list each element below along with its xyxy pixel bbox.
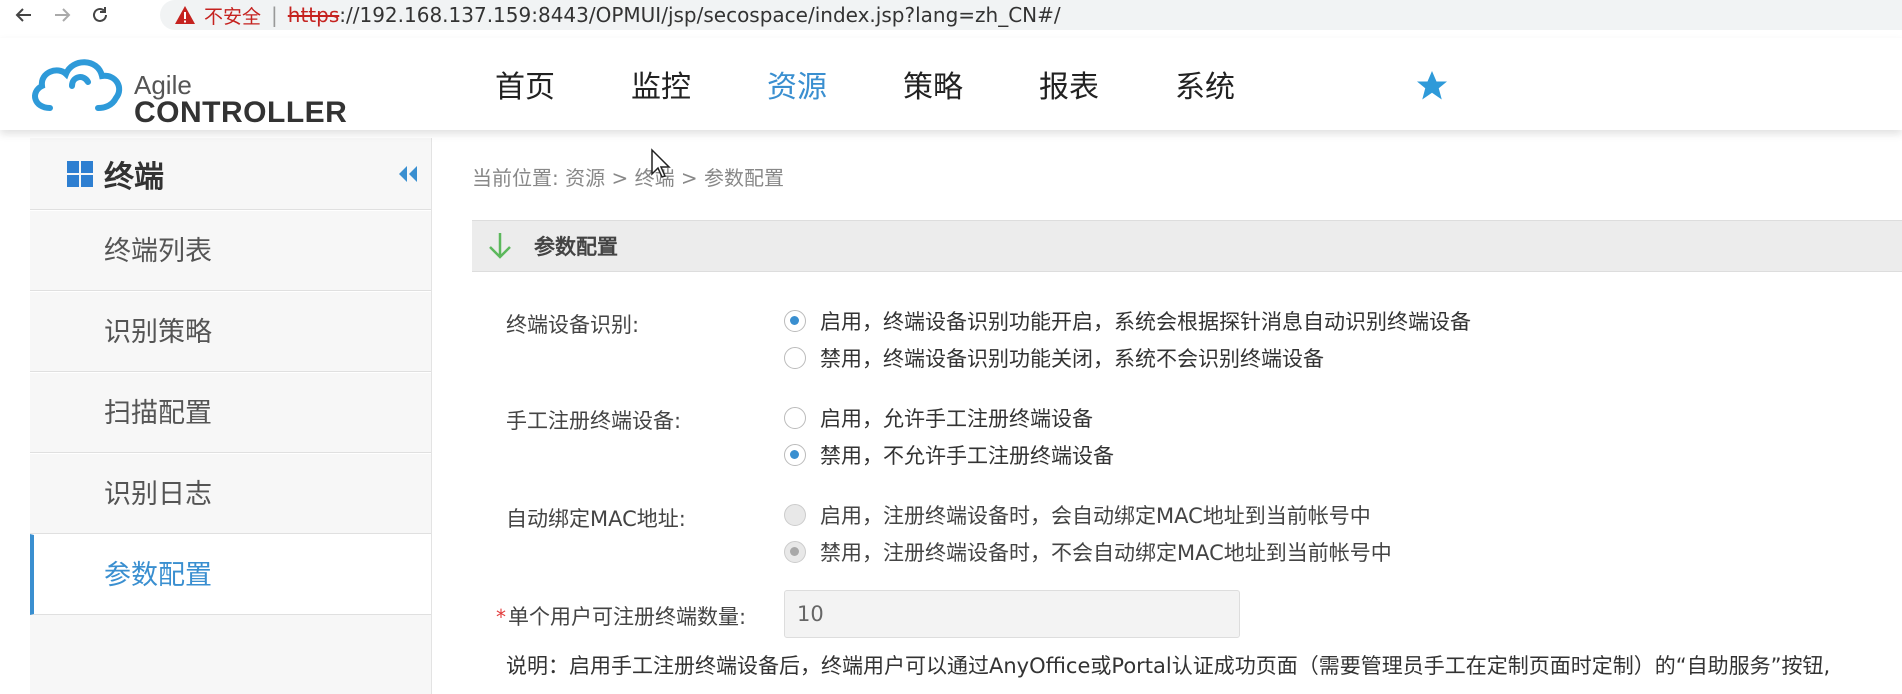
max-devices-label: 单个用户可注册终端数量: [508,605,747,629]
sidebar-item-terminal-list[interactable]: 终端列表 [30,210,431,291]
back-button[interactable] [10,1,38,29]
device-recognition-enable-text: 启用，终端设备识别功能开启，系统会根据探针消息自动识别终端设备 [820,310,1471,334]
auto-bind-mac-enable-option: 启用，注册终端设备时，会自动绑定MAC地址到当前帐号中 [784,500,1371,530]
browser-toolbar: 不安全 | https://192.168.137.159:8443/OPMUI… [0,0,1902,30]
grid-icon [67,160,93,187]
address-bar[interactable]: 不安全 | https://192.168.137.159:8443/OPMUI… [160,0,1902,30]
forward-button[interactable] [48,1,76,29]
nav-policy[interactable]: 策略 [903,68,963,108]
insecure-label: 不安全 [204,5,262,28]
manual-register-disable-option[interactable]: 禁用，不允许手工注册终端设备 [784,440,1114,470]
manual-register-disable-radio[interactable] [784,444,806,466]
nav-monitor[interactable]: 监控 [631,68,691,108]
manual-register-label: 手工注册终端设备: [506,409,682,433]
auto-bind-mac-enable-text: 启用，注册终端设备时，会自动绑定MAC地址到当前帐号中 [820,504,1371,528]
app-header: Agile CONTROLLER 首页 监控 资源 策略 报表 系统 [0,38,1902,130]
sidebar: 终端 终端列表 识别策略 扫描配置 识别日志 参数配置 [30,138,432,694]
manual-register-enable-radio[interactable] [784,407,806,429]
sidebar-item-recognition-log[interactable]: 识别日志 [30,453,431,534]
sidebar-item-recognition-policy[interactable]: 识别策略 [30,291,431,372]
logo-text-controller: CONTROLLER [134,96,348,129]
agile-controller-logo[interactable]: Agile CONTROLLER [28,52,347,129]
mouse-cursor-icon [651,148,671,178]
description-note: 说明：启用手工注册终端设备后，终端用户可以通过AnyOffice或Portal认… [506,654,1831,678]
arrow-right-icon [55,8,71,22]
device-recognition-label: 终端设备识别: [506,313,640,337]
device-recognition-disable-radio[interactable] [784,347,806,369]
auto-bind-mac-disable-text: 禁用，注册终端设备时，不会自动绑定MAC地址到当前帐号中 [820,541,1392,565]
breadcrumb: 当前位置: 资源 > 终端 > 参数配置 [472,166,785,190]
sidebar-item-param-config[interactable]: 参数配置 [30,534,431,615]
favorite-star-icon[interactable] [1414,68,1450,104]
max-devices-label-wrap: *单个用户可注册终端数量: [496,601,746,631]
nav-home[interactable]: 首页 [495,68,555,108]
device-recognition-enable-radio[interactable] [784,310,806,332]
device-recognition-enable-option[interactable]: 启用，终端设备识别功能开启，系统会根据探针消息自动识别终端设备 [784,306,1471,336]
nav-system[interactable]: 系统 [1175,68,1235,108]
address-separator: | [271,3,278,27]
top-navigation: 首页 监控 资源 策略 报表 系统 [495,68,1311,108]
sidebar-title: 终端 [104,159,164,195]
double-chevron-left-icon[interactable] [397,164,419,184]
auto-bind-mac-label: 自动绑定MAC地址: [506,507,686,531]
reload-button[interactable] [86,1,114,29]
auto-bind-mac-enable-radio [784,504,806,526]
warning-triangle-icon [175,6,195,24]
arrow-left-icon [15,8,31,22]
required-mark: * [496,605,506,629]
url-scheme: https [287,3,340,27]
auto-bind-mac-disable-option: 禁用，注册终端设备时，不会自动绑定MAC地址到当前帐号中 [784,537,1392,567]
device-recognition-disable-option[interactable]: 禁用，终端设备识别功能关闭，系统不会识别终端设备 [784,343,1324,373]
reload-icon [93,7,107,22]
sidebar-header: 终端 [30,138,431,210]
max-devices-input[interactable]: 10 [784,590,1240,638]
manual-register-enable-text: 启用，允许手工注册终端设备 [820,407,1093,431]
nav-report[interactable]: 报表 [1039,68,1099,108]
manual-register-enable-option[interactable]: 启用，允许手工注册终端设备 [784,403,1093,433]
sidebar-item-scan-config[interactable]: 扫描配置 [30,372,431,453]
panel-title: 参数配置 [534,235,618,259]
device-recognition-disable-text: 禁用，终端设备识别功能关闭，系统不会识别终端设备 [820,347,1324,371]
nav-resource[interactable]: 资源 [767,68,827,108]
manual-register-disable-text: 禁用，不允许手工注册终端设备 [820,444,1114,468]
auto-bind-mac-disable-radio [784,541,806,563]
cloud-logo-icon [32,59,123,111]
panel-header[interactable]: 参数配置 [472,220,1902,272]
arrow-down-icon [489,233,511,259]
url-path: ://192.168.137.159:8443/OPMUI/jsp/secosp… [339,3,1061,27]
